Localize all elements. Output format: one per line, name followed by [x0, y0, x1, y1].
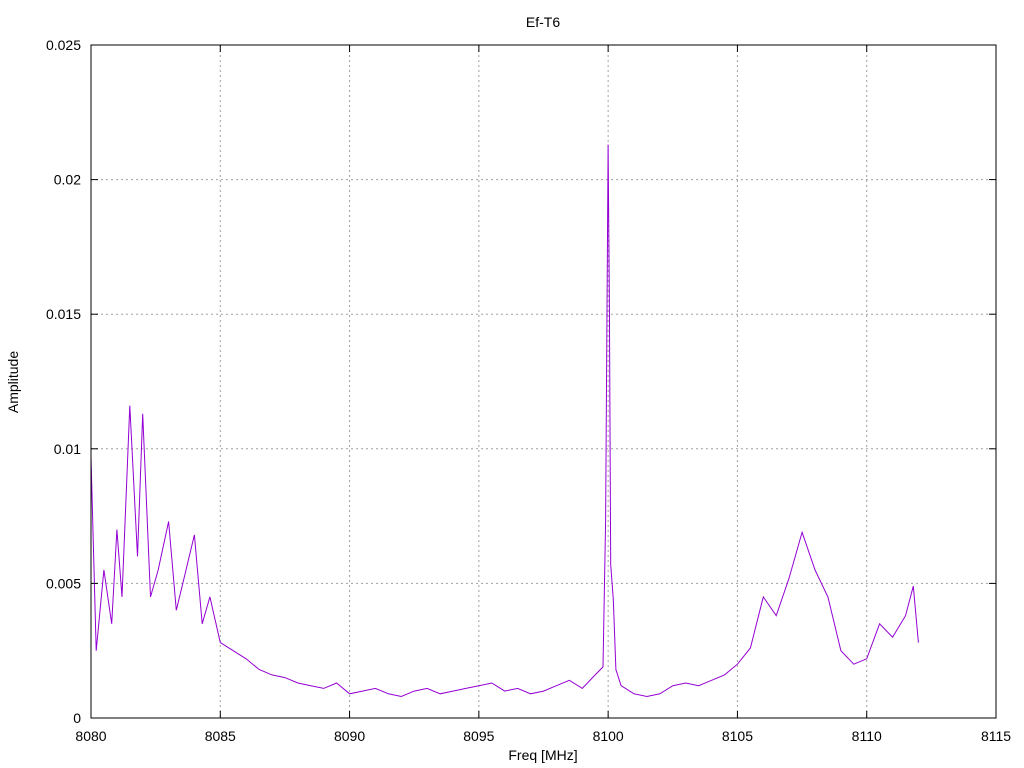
y-tick-label: 0.005 [46, 575, 81, 591]
y-tick-label: 0 [73, 710, 81, 726]
plot-frame [90, 44, 997, 719]
x-tick-label: 8100 [593, 728, 624, 744]
x-tick-label: 8085 [205, 728, 236, 744]
chart-title: Ef-T6 [526, 14, 560, 30]
grid-lines [91, 45, 996, 718]
x-tick-label: 8110 [852, 728, 882, 744]
axis-ticks [90, 44, 997, 719]
series-layer [90, 144, 919, 698]
x-tick-label: 8105 [722, 728, 753, 744]
spectrum-chart: 8080 8085 8090 8095 8100 8105 8110 8115 0 0.005 0.… [5, 14, 1011, 763]
series-line [90, 144, 919, 698]
x-tick-label: 8090 [334, 728, 365, 744]
x-tick-label: 8095 [463, 728, 494, 744]
y-tick-label: 0.02 [54, 172, 81, 188]
y-tick-label: 0.025 [46, 37, 81, 53]
y-tick-label: 0.015 [46, 306, 81, 322]
y-axis-label: Amplitude [5, 351, 21, 413]
x-tick-label: 8115 [981, 728, 1011, 744]
x-axis-label: Freq [MHz] [508, 747, 577, 763]
x-tick-label: 8080 [75, 728, 106, 744]
y-tick-label: 0.01 [54, 441, 81, 457]
